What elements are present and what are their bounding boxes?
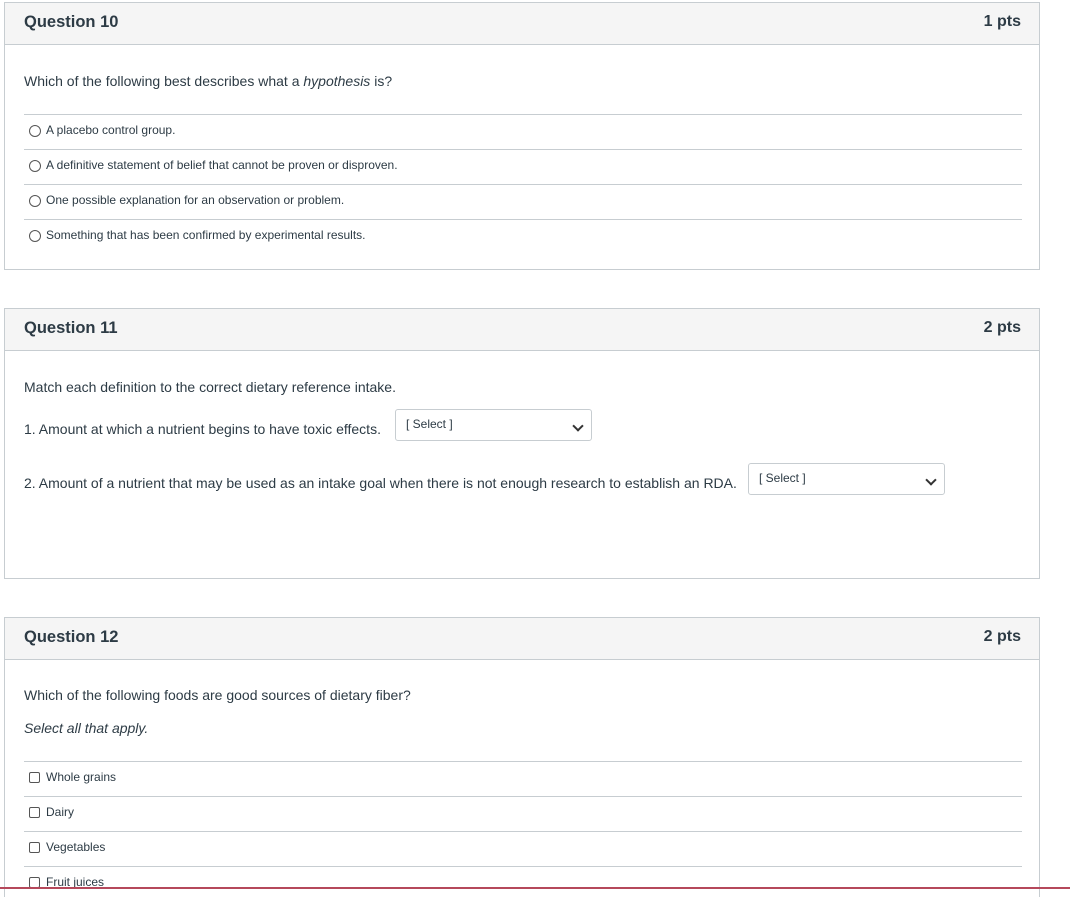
chevron-down-icon bbox=[572, 420, 584, 432]
checkbox[interactable] bbox=[29, 807, 40, 818]
answer-option[interactable]: One possible explanation for an observat… bbox=[24, 184, 1022, 219]
match-select-2[interactable]: [ Select ] bbox=[748, 463, 945, 495]
question-10: Question 10 1 pts Which of the following… bbox=[4, 2, 1040, 270]
radio-button[interactable] bbox=[29, 195, 41, 207]
match-item-2-label: 2. Amount of a nutrient that may be used… bbox=[24, 475, 737, 491]
select-value: [ Select ] bbox=[759, 471, 806, 485]
prompt-text: Which of the following best describes wh… bbox=[24, 73, 304, 89]
question-prompt: Which of the following foods are good so… bbox=[24, 687, 411, 703]
answer-list: A placebo control group. A definitive st… bbox=[24, 114, 1022, 254]
question-instruction: Select all that apply. bbox=[24, 720, 148, 736]
match-select-1[interactable]: [ Select ] bbox=[395, 409, 592, 441]
question-title: Question 12 bbox=[24, 628, 119, 646]
chevron-down-icon bbox=[925, 474, 937, 486]
answer-option[interactable]: Whole grains bbox=[24, 761, 1022, 796]
question-points: 2 pts bbox=[983, 628, 1021, 645]
question-title: Question 11 bbox=[24, 319, 118, 337]
checkbox[interactable] bbox=[29, 772, 40, 783]
instruction-text: Select all that apply. bbox=[24, 720, 149, 736]
answer-label: A definitive statement of belief that ca… bbox=[46, 158, 398, 172]
question-points: 2 pts bbox=[983, 319, 1021, 336]
answer-label: One possible explanation for an observat… bbox=[46, 193, 345, 207]
question-title: Question 10 bbox=[24, 13, 119, 31]
question-prompt: Match each definition to the correct die… bbox=[24, 379, 396, 395]
answer-option[interactable]: Dairy bbox=[24, 796, 1022, 831]
prompt-emphasis: hypothesis bbox=[303, 73, 371, 89]
prompt-text-end: is? bbox=[370, 73, 393, 89]
answer-label: Dairy bbox=[46, 805, 75, 819]
answer-option[interactable]: A placebo control group. bbox=[24, 114, 1022, 149]
answer-label: Something that has been confirmed by exp… bbox=[46, 228, 366, 242]
answer-label: Vegetables bbox=[46, 840, 106, 854]
answer-option[interactable]: Fruit juices bbox=[24, 866, 1022, 901]
answer-option[interactable]: Something that has been confirmed by exp… bbox=[24, 219, 1022, 254]
question-11: Question 11 2 pts Match each definition … bbox=[4, 308, 1040, 579]
select-value: [ Select ] bbox=[406, 417, 453, 431]
match-item-1-label: 1. Amount at which a nutrient begins to … bbox=[24, 421, 381, 437]
answer-label: A placebo control group. bbox=[46, 123, 176, 137]
answer-label: Whole grains bbox=[46, 770, 117, 784]
answer-list: Whole grains Dairy Vegetables Fruit juic… bbox=[24, 761, 1022, 901]
answer-option[interactable]: Vegetables bbox=[24, 831, 1022, 866]
checkbox[interactable] bbox=[29, 842, 40, 853]
radio-button[interactable] bbox=[29, 230, 41, 242]
radio-button[interactable] bbox=[29, 125, 41, 137]
answer-option[interactable]: A definitive statement of belief that ca… bbox=[24, 149, 1022, 184]
question-header: Question 11 2 pts bbox=[5, 309, 1039, 351]
question-header: Question 10 1 pts bbox=[5, 3, 1039, 45]
question-prompt: Which of the following best describes wh… bbox=[24, 73, 392, 89]
question-header: Question 12 2 pts bbox=[5, 618, 1039, 660]
radio-button[interactable] bbox=[29, 160, 41, 172]
question-points: 1 pts bbox=[983, 13, 1021, 30]
question-12: Question 12 2 pts Which of the following… bbox=[4, 617, 1040, 897]
